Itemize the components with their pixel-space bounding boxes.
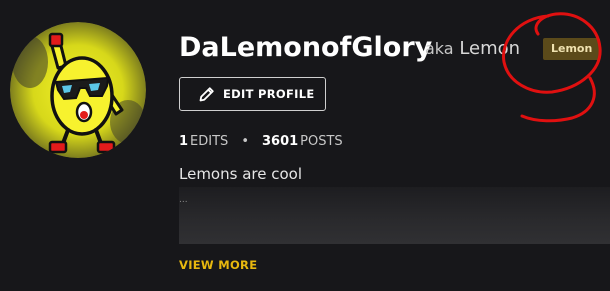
edits-label: EDITS — [190, 134, 229, 149]
posts-label: POSTS — [300, 134, 343, 149]
avatar[interactable] — [10, 22, 146, 158]
lemon-avatar-icon — [10, 22, 146, 158]
profile-stats: 1 EDITS • 3601 POSTS — [179, 134, 343, 149]
bio-fade-panel — [179, 187, 610, 244]
aka-prefix: aka — [425, 39, 454, 58]
posts-count: 3601 — [261, 134, 299, 149]
stats-separator: • — [241, 134, 249, 149]
edit-profile-button[interactable]: EDIT PROFILE — [179, 77, 326, 111]
bio-truncation: ... — [179, 195, 188, 205]
flair-badge: Lemon — [543, 38, 601, 60]
aka-name: aka Lemon — [425, 34, 520, 64]
view-more-link[interactable]: VIEW MORE — [179, 258, 257, 272]
edits-count: 1 — [179, 134, 189, 149]
pencil-icon — [199, 87, 214, 102]
username: DaLemonofGlory — [179, 32, 433, 63]
edit-profile-label: EDIT PROFILE — [223, 87, 315, 101]
profile-bio: Lemons are cool — [179, 165, 302, 183]
aka-value: Lemon — [459, 38, 521, 59]
